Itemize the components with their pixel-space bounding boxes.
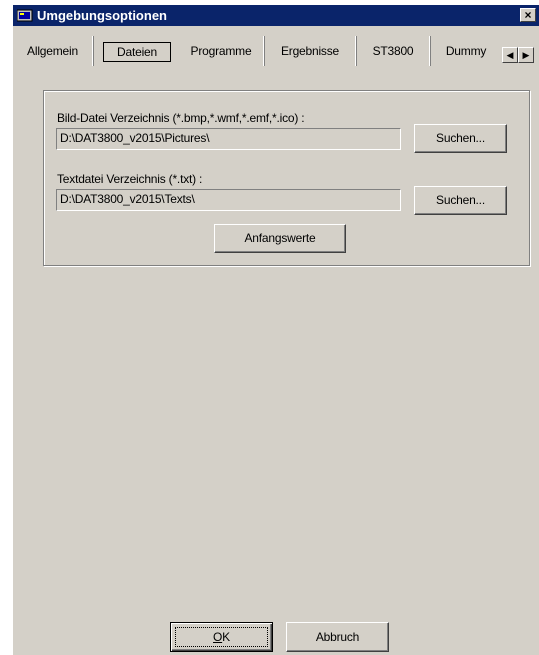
tab-programme[interactable]: Programme: [179, 36, 264, 66]
tab-ergebnisse[interactable]: Ergebnisse: [265, 36, 356, 66]
app-icon: [17, 9, 33, 22]
close-button[interactable]: ×: [520, 8, 536, 22]
tab-label: Dateien: [117, 45, 157, 59]
tab-label: Ergebnisse: [280, 44, 340, 58]
window-title: Umgebungsoptionen: [37, 8, 167, 23]
close-icon: ×: [524, 8, 532, 22]
focus-rect: [175, 627, 268, 647]
tab-label: Programme: [190, 44, 252, 58]
text-dir-label: Textdatei Verzeichnis (*.txt) :: [57, 172, 203, 186]
tab-label: Allgemein: [27, 44, 78, 58]
button-label: Suchen...: [436, 193, 485, 207]
button-label: Suchen...: [436, 131, 485, 145]
tab-label: Dummy: [445, 44, 487, 58]
ok-button[interactable]: OK: [170, 622, 273, 652]
arrow-right-icon: ▶: [522, 50, 530, 60]
tab-scroll-left-button[interactable]: ◀: [502, 47, 518, 63]
tab-strip: Allgemein Dateien Programme Ergebnisse S…: [13, 36, 539, 66]
button-label: Abbruch: [315, 630, 360, 644]
tab-st3800[interactable]: ST3800: [357, 36, 430, 66]
tab-allgemein[interactable]: Allgemein: [13, 36, 93, 66]
text-dir-field[interactable]: D:\DAT3800_v2015\Texts\: [56, 189, 401, 211]
picture-dir-label: Bild-Datei Verzeichnis (*.bmp,*.wmf,*.em…: [57, 111, 305, 125]
cancel-button[interactable]: Abbruch: [286, 622, 389, 652]
arrow-left-icon: ◀: [506, 50, 514, 60]
text-dir-browse-button[interactable]: Suchen...: [414, 186, 507, 215]
options-dialog: Umgebungsoptionen × Allgemein Dateien Pr…: [13, 5, 539, 655]
tab-label: ST3800: [372, 44, 414, 58]
tab-scroll-right-button[interactable]: ▶: [518, 47, 534, 63]
reset-defaults-button[interactable]: Anfangswerte: [214, 224, 346, 253]
button-label: Anfangswerte: [244, 231, 316, 245]
tab-dateien[interactable]: Dateien: [103, 42, 171, 62]
tab-dummy[interactable]: Dummy: [433, 36, 499, 66]
picture-dir-field[interactable]: D:\DAT3800_v2015\Pictures\: [56, 128, 401, 150]
title-bar[interactable]: Umgebungsoptionen ×: [13, 5, 539, 26]
picture-dir-browse-button[interactable]: Suchen...: [414, 124, 507, 153]
